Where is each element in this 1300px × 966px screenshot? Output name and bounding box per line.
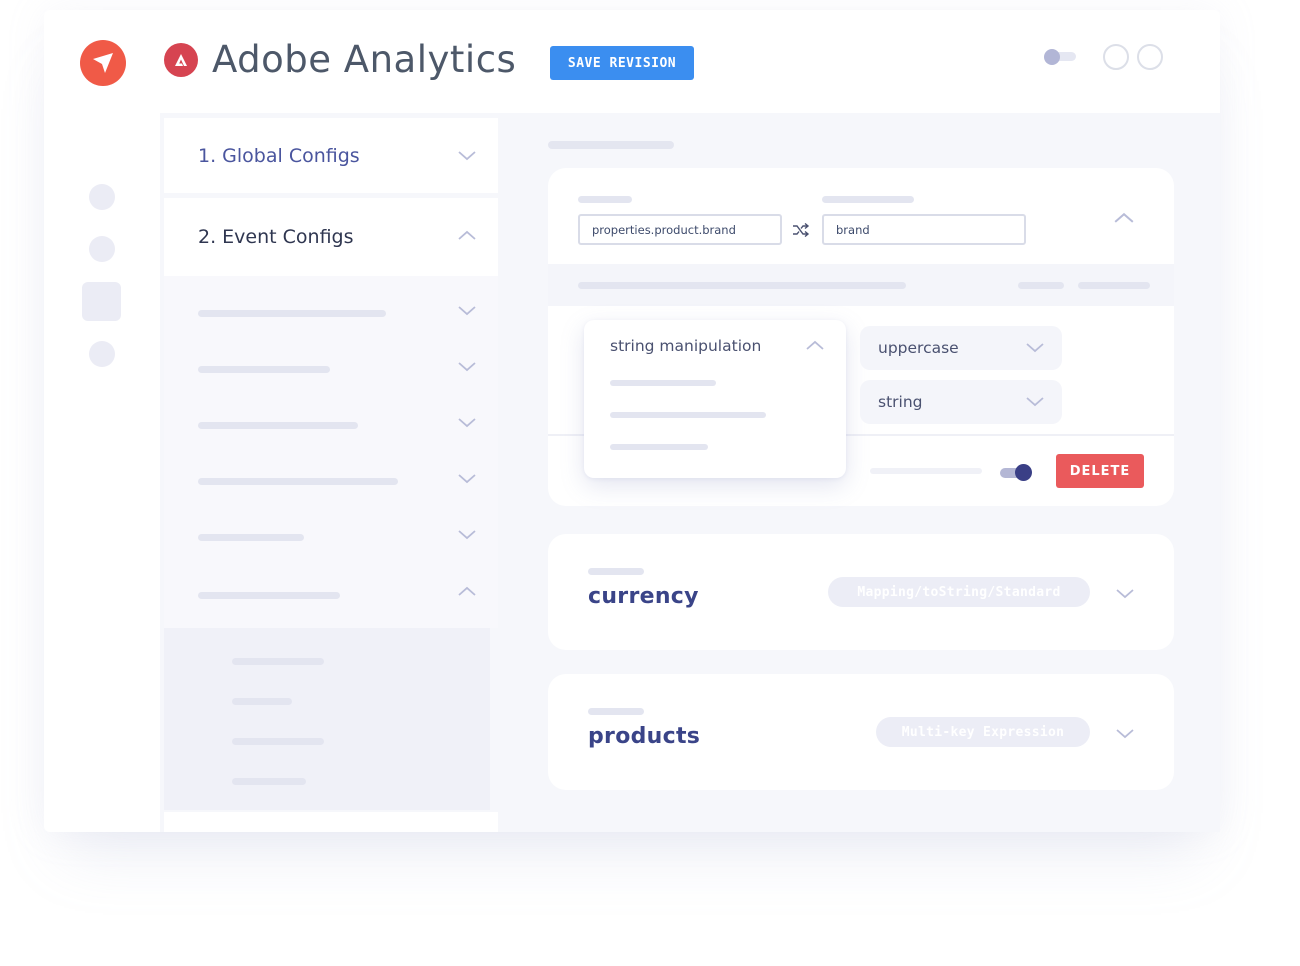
dropdown-option[interactable] <box>610 444 708 450</box>
window-control-circle[interactable] <box>1137 44 1163 70</box>
source-field[interactable]: properties.product.brand <box>578 214 782 245</box>
dropdown-selected-value: string manipulation <box>610 337 762 355</box>
chevron-up-icon[interactable] <box>1114 212 1134 223</box>
placeholder-line <box>198 534 304 541</box>
event-config-list <box>164 276 498 628</box>
mapping-name: currency <box>588 584 699 609</box>
chevron-down-icon[interactable] <box>1116 729 1134 739</box>
list-item[interactable] <box>164 276 498 332</box>
placeholder-line <box>198 310 386 317</box>
chevron-down-icon <box>458 362 476 372</box>
chevron-up-icon <box>458 230 476 240</box>
placeholder-line <box>198 422 358 429</box>
list-item[interactable] <box>164 388 498 444</box>
section-heading-placeholder <box>548 141 674 149</box>
chevron-down-icon[interactable] <box>1116 589 1134 599</box>
mapping-name: products <box>588 724 701 749</box>
dropdown-option[interactable] <box>610 412 766 418</box>
placeholder-line <box>232 738 324 745</box>
chevron-down-icon <box>1026 397 1044 407</box>
field-label-placeholder <box>588 568 644 575</box>
enable-toggle[interactable] <box>1000 463 1034 481</box>
target-field[interactable]: brand <box>822 214 1026 245</box>
placeholder-line <box>232 778 306 785</box>
sidebar-section-global-configs[interactable]: 1. Global Configs <box>164 118 498 193</box>
chevron-up-icon <box>458 586 476 596</box>
type-select[interactable]: string <box>860 380 1062 424</box>
chevron-down-icon <box>1026 343 1044 353</box>
page-title: Adobe Analytics <box>212 38 517 81</box>
field-label-placeholder <box>822 196 914 203</box>
chevron-down-icon <box>458 474 476 484</box>
sidebar-section-label: 2. Event Configs <box>198 226 354 248</box>
chevron-up-icon[interactable] <box>806 340 824 350</box>
chevron-down-icon <box>458 530 476 540</box>
save-revision-button[interactable]: SAVE REVISION <box>550 46 694 80</box>
placeholder-line <box>1078 282 1150 289</box>
select-value: uppercase <box>878 339 959 357</box>
nav-rail-item-active[interactable] <box>82 282 121 321</box>
chevron-down-icon <box>458 306 476 316</box>
shuffle-icon[interactable] <box>792 223 810 237</box>
mapping-card[interactable]: currency Mapping/toString/Standard <box>548 534 1174 650</box>
list-item[interactable] <box>164 332 498 388</box>
card-subheader <box>548 264 1174 306</box>
list-item-expanded[interactable] <box>164 556 498 612</box>
field-label-placeholder <box>588 708 644 715</box>
list-item[interactable] <box>164 444 498 500</box>
nested-list <box>164 628 490 810</box>
transform-dropdown[interactable]: string manipulation <box>584 320 846 478</box>
placeholder-line <box>578 282 906 289</box>
placeholder-line <box>1018 282 1064 289</box>
mapping-type-badge: Multi-key Expression <box>876 717 1090 747</box>
placeholder-line <box>198 366 330 373</box>
placeholder-line <box>232 658 324 665</box>
window-control-circle[interactable] <box>1103 44 1129 70</box>
dropdown-option[interactable] <box>610 380 716 386</box>
mapping-card[interactable]: products Multi-key Expression <box>548 674 1174 790</box>
sidebar-section-event-configs[interactable]: 2. Event Configs <box>164 198 498 276</box>
select-value: string <box>878 393 923 411</box>
nav-rail-item[interactable] <box>89 341 115 367</box>
placeholder-line <box>198 592 340 599</box>
sidebar-section-label: 1. Global Configs <box>198 144 360 167</box>
app-header: Adobe Analytics <box>164 38 516 81</box>
sidebar-footer <box>164 812 498 832</box>
placeholder-line <box>198 478 398 485</box>
case-select[interactable]: uppercase <box>860 326 1062 370</box>
mapping-type-badge: Mapping/toString/Standard <box>828 577 1090 607</box>
adobe-logo-icon <box>164 42 198 77</box>
header-toggle[interactable] <box>1044 49 1076 65</box>
list-item[interactable] <box>164 500 498 556</box>
nav-rail-item[interactable] <box>89 236 115 262</box>
chevron-down-icon <box>458 151 476 161</box>
nav-rail-item[interactable] <box>89 184 115 210</box>
chevron-down-icon <box>458 418 476 428</box>
paper-plane-icon[interactable] <box>80 40 126 86</box>
field-label-placeholder <box>578 196 632 203</box>
delete-button[interactable]: DELETE <box>1056 454 1144 488</box>
placeholder-line <box>232 698 292 705</box>
placeholder-line <box>870 468 982 474</box>
